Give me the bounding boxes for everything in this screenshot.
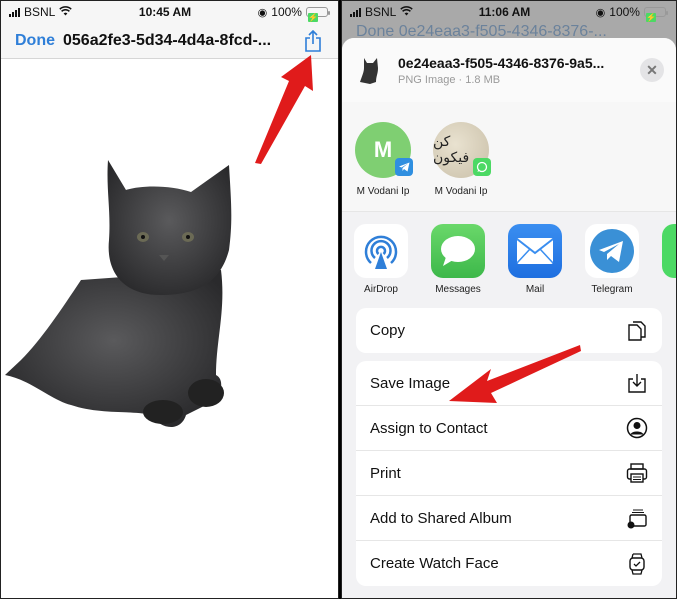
action-label: Print — [370, 464, 401, 482]
app-label: AirDrop — [364, 284, 398, 295]
person-suggestion[interactable]: كن فيكون M Vodani Ip — [432, 122, 491, 211]
print-icon — [626, 462, 648, 484]
action-add-to-shared-album[interactable]: Add to Shared Album — [356, 496, 662, 541]
contact-icon — [626, 417, 648, 439]
app-label: Telegram — [591, 284, 633, 295]
action-create-watch-face[interactable]: Create Watch Face — [356, 541, 662, 586]
avatar: كن فيكون — [433, 122, 491, 178]
watch-icon — [626, 552, 648, 575]
share-sheet-header: 0e24eaa3-f505-4346-8376-9a5... PNG Image… — [342, 38, 676, 102]
whatsapp-badge-icon — [473, 158, 491, 176]
orientation-lock-icon: ◉ — [257, 6, 268, 19]
app-telegram[interactable]: Telegram — [585, 224, 639, 308]
action-group-main: Save Image Assign to Contact Print Add t… — [356, 361, 662, 586]
file-thumbnail — [360, 58, 378, 84]
app-label: Mail — [525, 284, 545, 295]
share-icon — [305, 29, 321, 52]
nav-bar: Done 056a2fe3-5d34-4d4a-8fcd-... — [1, 23, 338, 59]
app-airdrop[interactable]: AirDrop — [354, 224, 408, 308]
battery-percent: 100% — [609, 5, 640, 19]
action-group-copy: Copy — [356, 308, 662, 353]
battery-icon: ⚡ — [305, 7, 330, 22]
file-meta: PNG Image · 1.8 MB — [398, 73, 501, 86]
action-label: Save Image — [370, 374, 451, 392]
copy-icon — [626, 320, 648, 342]
avatar: M — [355, 122, 413, 178]
orientation-lock-icon: ◉ — [595, 6, 606, 19]
app-row: AirDrop Messages Mail Telegram — [342, 212, 676, 308]
carrier: BSNL — [24, 5, 56, 19]
app-mail[interactable]: Mail — [508, 224, 562, 308]
left-screen: BSNL 10:45 AM ◉ 100% ⚡ Done 056a2fe3-5d3… — [0, 0, 339, 599]
file-title: 056a2fe3-5d34-4d4a-8fcd-... — [63, 31, 272, 49]
app-label: Messages — [435, 284, 481, 295]
share-sheet: 0e24eaa3-f505-4346-8376-9a5... PNG Image… — [342, 38, 676, 598]
close-icon: ✕ — [646, 61, 658, 78]
wifi-icon — [400, 5, 414, 19]
airdrop-icon — [354, 224, 408, 278]
messages-icon — [431, 224, 485, 278]
avatar-initial: M — [373, 137, 393, 162]
app-messages[interactable]: Messages — [431, 224, 485, 308]
close-button[interactable]: ✕ — [640, 58, 664, 82]
save-icon — [626, 372, 648, 394]
action-label: Add to Shared Album — [370, 509, 512, 527]
right-screen: BSNL 11:06 AM ◉ 100% ⚡ Done 0e24eaa3-f50… — [341, 0, 677, 599]
done-button[interactable]: Done — [15, 32, 55, 50]
shared-album-icon — [626, 507, 648, 529]
battery-percent: 100% — [271, 5, 302, 19]
telegram-icon — [585, 224, 639, 278]
wifi-icon — [59, 5, 73, 19]
telegram-badge-icon — [395, 158, 413, 176]
clock: 11:06 AM — [478, 5, 531, 19]
app-whatsapp[interactable]: Wh — [662, 224, 676, 308]
action-label: Copy — [370, 322, 406, 339]
image-preview — [1, 60, 338, 598]
mail-icon — [508, 224, 562, 278]
action-assign-to-contact[interactable]: Assign to Contact — [356, 406, 662, 451]
person-name: M Vodani Ip — [434, 186, 488, 197]
cat-image — [5, 160, 232, 428]
status-bar: BSNL 11:06 AM ◉ 100% ⚡ — [342, 1, 676, 23]
action-print[interactable]: Print — [356, 451, 662, 496]
status-bar: BSNL 10:45 AM ◉ 100% ⚡ — [1, 1, 338, 23]
signal-icon — [350, 7, 361, 17]
people-suggestions: M M Vodani Ip كن فيكون M Vodani Ip — [342, 102, 676, 212]
whatsapp-icon — [662, 224, 676, 278]
action-save-image[interactable]: Save Image — [356, 361, 662, 406]
carrier: BSNL — [365, 5, 397, 19]
file-name: 0e24eaa3-f505-4346-8376-9a5... — [398, 54, 605, 71]
person-name: M Vodani Ip — [356, 186, 410, 197]
signal-icon — [9, 7, 20, 17]
share-button[interactable] — [302, 29, 324, 53]
battery-icon: ⚡ — [643, 7, 668, 22]
action-copy[interactable]: Copy — [356, 308, 662, 353]
action-label: Assign to Contact — [370, 419, 488, 437]
action-label: Create Watch Face — [370, 555, 499, 572]
person-suggestion[interactable]: M M Vodani Ip — [354, 122, 413, 211]
clock: 10:45 AM — [138, 5, 192, 19]
